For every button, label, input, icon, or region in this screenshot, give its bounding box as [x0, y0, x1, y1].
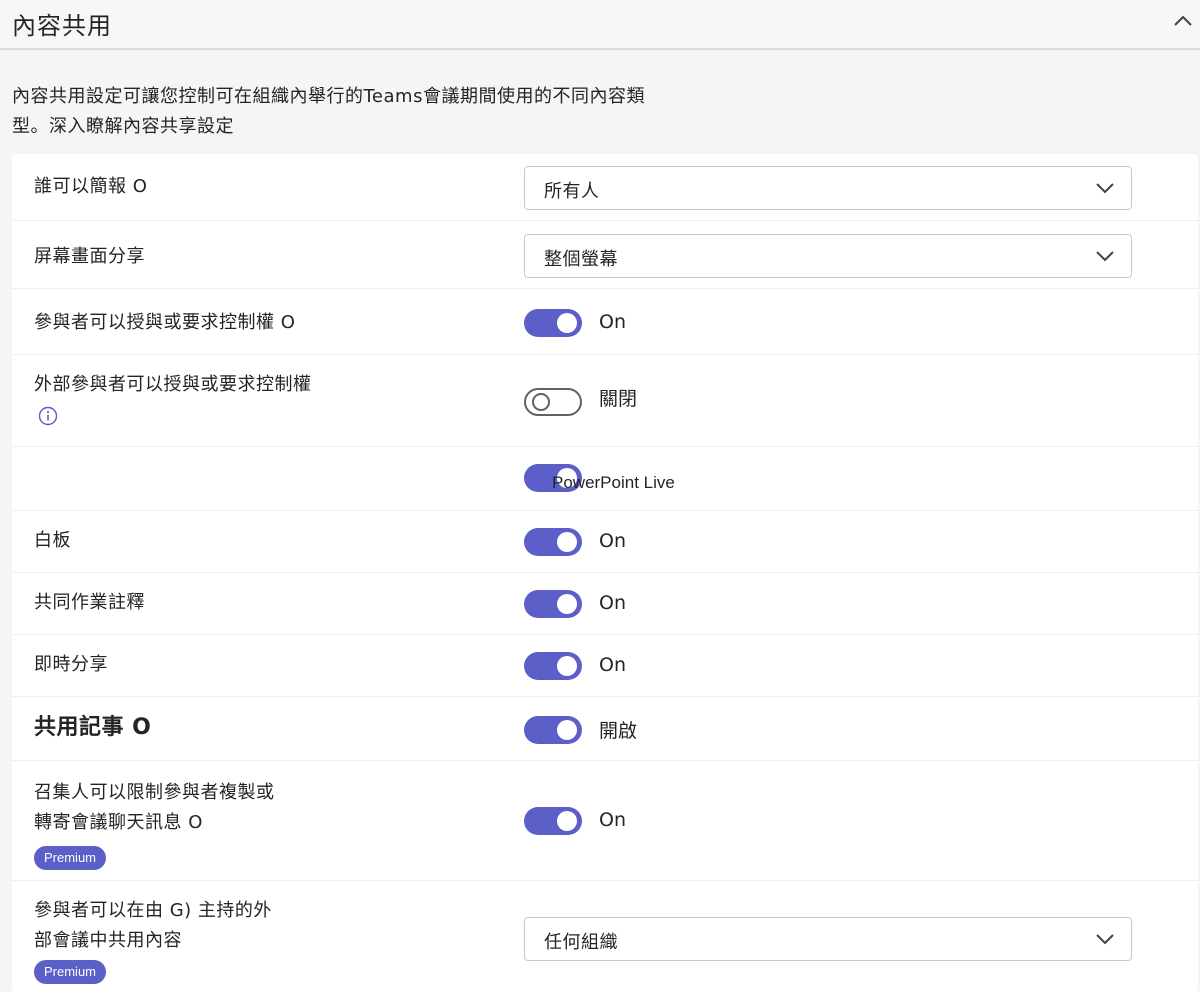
settings-card: 誰可以簡報 O 所有人 屏幕畫面分享 整個螢幕 參與者可以授與或要求控制權 O …: [12, 154, 1198, 992]
external-share-dropdown[interactable]: 任何組織: [524, 917, 1132, 961]
premium-badge: Premium: [34, 960, 107, 984]
live-share-label: 即時分享: [34, 654, 108, 675]
shared-notes-toggle[interactable]: [524, 716, 582, 744]
premium-badge: Premium: [34, 846, 107, 870]
setting-row-presenter: 誰可以簡報 O 所有人: [12, 154, 1198, 221]
content-sharing-page: 內容共用 內容共用設定可讓您控制可在組織內舉行的Teams會議期間使用的不同內容…: [0, 0, 1200, 992]
presenter-dropdown[interactable]: 所有人: [524, 166, 1132, 210]
chevron-down-icon: [1096, 251, 1114, 262]
annotations-toggle[interactable]: [524, 590, 582, 618]
shared-notes-label: 共用記事 O: [34, 715, 152, 740]
section-description: 內容共用設定可讓您控制可在組織內舉行的Teams會議期間使用的不同內容類型。深入…: [12, 86, 645, 137]
live-share-state: On: [599, 654, 626, 676]
live-share-toggle[interactable]: [524, 652, 582, 680]
setting-row-external-control: 外部參與者可以授與或要求控制權 關閉: [12, 354, 1198, 447]
powerpoint-live-label: PowerPoint Live: [552, 473, 675, 492]
chevron-up-icon[interactable]: [1172, 10, 1194, 32]
setting-row-whiteboard: 白板 On: [12, 510, 1198, 573]
setting-row-screen-share: 屏幕畫面分享 整個螢幕: [12, 220, 1198, 289]
annotations-label: 共同作業註釋: [34, 592, 145, 613]
restrict-copy-label-line2: 轉寄會議聊天訊息 O: [34, 812, 203, 833]
setting-row-powerpoint-live: PowerPoint Live: [12, 446, 1198, 511]
restrict-copy-state: On: [599, 809, 626, 831]
setting-row-live-share: 即時分享 On: [12, 634, 1198, 697]
info-icon[interactable]: [38, 406, 58, 426]
setting-row-annotations: 共同作業註釋 On: [12, 572, 1198, 635]
whiteboard-state: On: [599, 530, 626, 552]
chevron-down-icon: [1096, 183, 1114, 194]
screen-share-dropdown[interactable]: 整個螢幕: [524, 234, 1132, 278]
whiteboard-toggle[interactable]: [524, 528, 582, 556]
presenter-value: 所有人: [544, 181, 600, 202]
give-control-toggle[interactable]: [524, 309, 582, 337]
setting-row-shared-notes: 共用記事 O 開啟: [12, 696, 1198, 761]
external-control-state: 關閉: [599, 388, 638, 410]
whiteboard-label: 白板: [34, 530, 71, 551]
section-title: 內容共用: [12, 12, 112, 40]
external-control-label: 外部參與者可以授與或要求控制權: [34, 374, 312, 395]
shared-notes-state: 開啟: [599, 720, 638, 742]
restrict-copy-label-line1: 召集人可以限制參與者複製或: [34, 782, 275, 803]
give-control-label: 參與者可以授與或要求控制權 O: [34, 312, 296, 333]
section-header: 內容共用: [0, 0, 1200, 50]
presenter-label: 誰可以簡報 O: [34, 176, 148, 197]
restrict-copy-toggle[interactable]: [524, 807, 582, 835]
chevron-down-icon: [1096, 934, 1114, 945]
setting-row-give-control: 參與者可以授與或要求控制權 O On: [12, 288, 1198, 355]
annotations-state: On: [599, 592, 626, 614]
external-share-label-line2: 部會議中共用內容: [34, 930, 182, 951]
external-share-value: 任何組織: [544, 932, 618, 953]
give-control-state: On: [599, 311, 626, 333]
setting-row-restrict-copy: 召集人可以限制參與者複製或 轉寄會議聊天訊息 O Premium On: [12, 760, 1198, 881]
setting-row-external-share: 參與者可以在由 G) 主持的外 部會議中共用內容 Premium 任何組織: [12, 880, 1198, 992]
external-control-toggle[interactable]: [524, 388, 582, 416]
external-share-label-line1: 參與者可以在由 G) 主持的外: [34, 900, 272, 921]
screen-share-label: 屏幕畫面分享: [34, 246, 145, 267]
screen-share-value: 整個螢幕: [544, 249, 618, 270]
